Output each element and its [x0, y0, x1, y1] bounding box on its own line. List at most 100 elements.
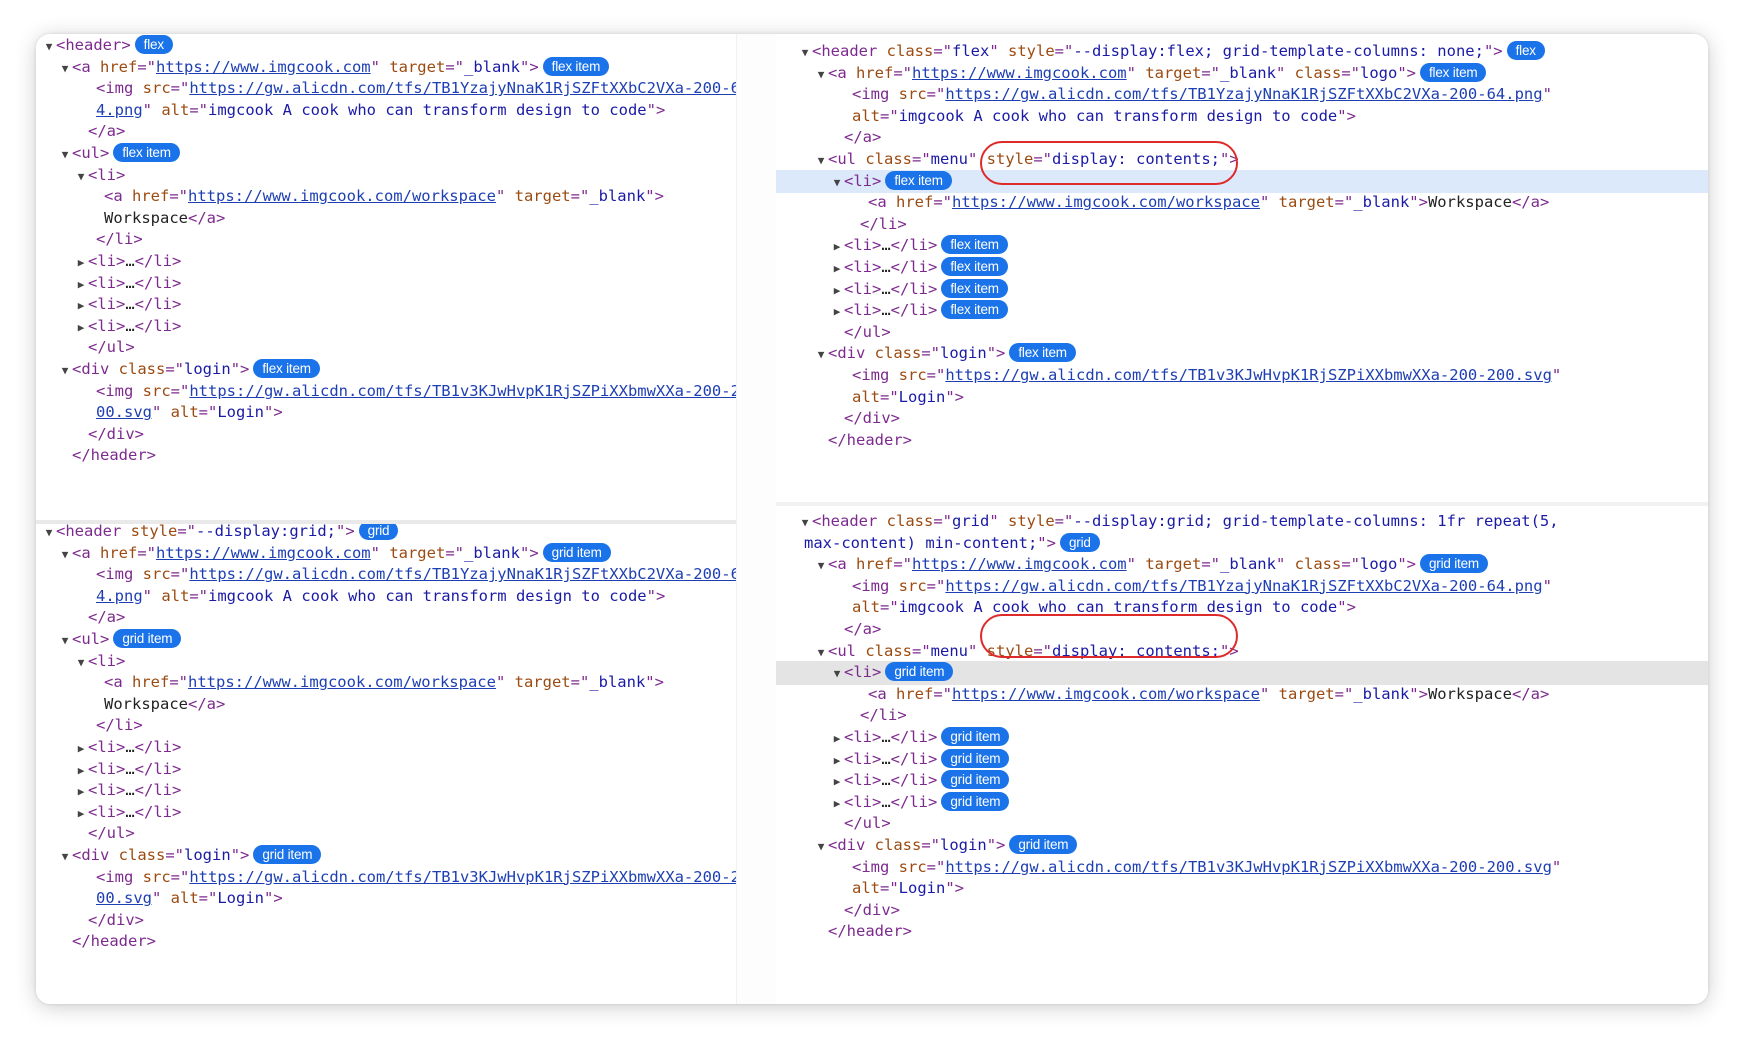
attribute-link[interactable]: https://gw.alicdn.com/tfs/TB1v3KJwHvpK1R… [189, 868, 736, 886]
dom-node-row[interactable]: ▼ <ul class="menu" style="display: conten… [776, 640, 1708, 664]
dom-node-row[interactable]: </a> [776, 126, 1708, 150]
dom-node-row[interactable]: <a href="https://www.imgcook.com/workspa… [776, 683, 1708, 707]
dom-node-row[interactable]: <a href="https://www.imgcook.com/workspa… [36, 671, 736, 695]
attribute-link[interactable]: 4.png [96, 101, 143, 119]
dom-node-row[interactable]: ▶ <li>…</li> flex item [776, 299, 1708, 323]
dom-node-row[interactable]: alt="imgcook A cook who can transform de… [776, 596, 1708, 620]
dom-node-row[interactable]: Workspace</a> [36, 207, 736, 231]
dom-node-row[interactable]: </li> [776, 704, 1708, 728]
dom-node-row[interactable]: <img src="https://gw.alicdn.com/tfs/TB1Y… [776, 83, 1708, 107]
attribute-link[interactable]: https://www.imgcook.com/workspace [188, 673, 496, 691]
attribute-link[interactable]: https://gw.alicdn.com/tfs/TB1YzajyNnaK1R… [189, 565, 736, 583]
dom-node-row[interactable]: 4.png" alt="imgcook A cook who can trans… [36, 99, 736, 123]
dom-node-row[interactable]: ▼ <li> flex item [776, 169, 1708, 194]
dom-node-row[interactable]: 00.svg" alt="Login"> [36, 401, 736, 425]
layout-badge[interactable]: flex item [1420, 62, 1487, 82]
dom-node-row[interactable]: ▼ <li> grid item [776, 661, 1708, 685]
dom-node-row[interactable]: ▶ <li>…</li> flex item [776, 278, 1708, 302]
dom-node-row[interactable]: ▶ <li>…</li> flex item [776, 234, 1708, 258]
layout-badge[interactable]: grid [358, 524, 399, 540]
attribute-link[interactable]: https://www.imgcook.com [156, 58, 371, 76]
attribute-link[interactable]: 00.svg [96, 403, 152, 421]
dom-node-row[interactable]: </ul> [776, 812, 1708, 836]
attribute-link[interactable]: https://www.imgcook.com [912, 555, 1127, 573]
dom-node-row[interactable]: </li> [776, 213, 1708, 237]
layout-badge[interactable]: flex item [1009, 343, 1076, 363]
attribute-link[interactable]: https://www.imgcook.com/workspace [952, 685, 1260, 703]
layout-badge[interactable]: flex item [941, 235, 1008, 255]
dom-node-row[interactable]: ▶ <li>…</li> grid item [776, 769, 1708, 793]
dom-node-row[interactable]: ▼ <a href="https://www.imgcook.com" targe… [36, 542, 736, 566]
layout-badge[interactable]: flex item [253, 359, 320, 378]
dom-node-row[interactable]: ▼ <ul> flex item [36, 142, 736, 166]
layout-badge[interactable]: grid item [1009, 835, 1078, 854]
layout-badge[interactable]: flex [1506, 41, 1545, 60]
layout-badge[interactable]: flex item [885, 170, 952, 190]
attribute-link[interactable]: https://www.imgcook.com [156, 544, 371, 562]
dom-node-row[interactable]: ▶ <li>…</li> [36, 272, 736, 296]
layout-badge[interactable]: grid item [542, 542, 611, 562]
dom-node-row[interactable]: </ul> [776, 321, 1708, 345]
dom-node-row[interactable]: <img src="https://gw.alicdn.com/tfs/TB1Y… [776, 575, 1708, 599]
dom-node-row[interactable]: </li> [36, 714, 736, 738]
dom-node-row[interactable]: alt="Login"> [776, 877, 1708, 901]
layout-badge[interactable]: grid item [113, 629, 182, 648]
dom-node-row[interactable]: </div> [36, 423, 736, 447]
layout-badge[interactable]: grid item [1420, 554, 1488, 574]
attribute-link[interactable]: https://gw.alicdn.com/tfs/TB1v3KJwHvpK1R… [945, 858, 1552, 876]
attribute-link[interactable]: https://gw.alicdn.com/tfs/TB1YzajyNnaK1R… [945, 85, 1542, 103]
layout-badge[interactable]: flex item [941, 257, 1008, 276]
dom-node-row[interactable]: </li> [36, 228, 736, 252]
dom-node-row[interactable]: <img src="https://gw.alicdn.com/tfs/TB1v… [776, 364, 1708, 388]
attribute-link[interactable]: https://www.imgcook.com [912, 64, 1127, 82]
dom-node-row[interactable]: ▼ <header style="--display:grid;"> grid [36, 524, 736, 544]
layout-badge[interactable]: grid [1059, 532, 1100, 552]
dom-node-row[interactable]: ▼ <div class="login"> grid item [776, 834, 1708, 858]
attribute-link[interactable]: 4.png [96, 587, 143, 605]
dom-node-row[interactable]: ▶ <li>…</li> [36, 736, 736, 760]
attribute-link[interactable]: https://gw.alicdn.com/tfs/TB1v3KJwHvpK1R… [189, 382, 736, 400]
dom-node-row[interactable]: ▶ <li>…</li> grid item [776, 726, 1708, 750]
layout-badge[interactable]: flex item [941, 278, 1008, 298]
dom-node-row[interactable]: <a href="https://www.imgcook.com/workspa… [36, 185, 736, 209]
dom-node-row[interactable]: ▼ <li> [36, 650, 736, 674]
layout-badge[interactable]: flex item [941, 300, 1008, 320]
layout-badge[interactable]: flex [134, 35, 173, 54]
dom-node-row[interactable]: </header> [36, 444, 736, 468]
dom-node-row[interactable]: ▼ <li> [36, 164, 736, 188]
attribute-link[interactable]: https://www.imgcook.com/workspace [188, 187, 496, 205]
layout-badge[interactable]: grid item [885, 662, 954, 682]
attribute-link[interactable]: https://gw.alicdn.com/tfs/TB1YzajyNnaK1R… [189, 79, 736, 97]
dom-node-row[interactable]: </a> [36, 120, 736, 144]
dom-node-row[interactable]: <img src="https://gw.alicdn.com/tfs/TB1v… [36, 380, 736, 404]
dom-node-row[interactable]: ▼ <a href="https://www.imgcook.com" targe… [776, 62, 1708, 86]
dom-node-row[interactable]: <a href="https://www.imgcook.com/workspa… [776, 191, 1708, 215]
layout-badge[interactable]: grid item [941, 770, 1010, 790]
dom-node-row[interactable]: <img src="https://gw.alicdn.com/tfs/TB1v… [36, 866, 736, 890]
dom-node-row[interactable]: </header> [776, 429, 1708, 453]
dom-node-row[interactable]: ▼ <header class="flex" style="--display:f… [776, 40, 1708, 64]
dom-node-row[interactable]: </div> [776, 407, 1708, 431]
attribute-link[interactable]: https://www.imgcook.com/workspace [952, 193, 1260, 211]
dom-node-row[interactable]: ▼ <ul> grid item [36, 628, 736, 652]
dom-node-row[interactable]: <img src="https://gw.alicdn.com/tfs/TB1Y… [36, 563, 736, 587]
layout-badge[interactable]: flex item [113, 143, 180, 162]
dom-node-row[interactable]: 00.svg" alt="Login"> [36, 887, 736, 911]
attribute-link[interactable]: 00.svg [96, 889, 152, 907]
dom-node-row[interactable]: ▼ <header> flex [36, 34, 736, 58]
dom-node-row[interactable]: ▶ <li>…</li> grid item [776, 748, 1708, 772]
attribute-link[interactable]: https://gw.alicdn.com/tfs/TB1v3KJwHvpK1R… [945, 366, 1552, 384]
layout-badge[interactable]: grid item [941, 727, 1010, 746]
dom-node-row[interactable]: Workspace</a> [36, 693, 736, 717]
dom-node-row[interactable]: 4.png" alt="imgcook A cook who can trans… [36, 585, 736, 609]
dom-node-row[interactable]: ▼ <header class="grid" style="--display:g… [776, 510, 1708, 534]
dom-node-row[interactable]: </ul> [36, 822, 736, 846]
dom-node-row[interactable]: ▶ <li>…</li> [36, 293, 736, 317]
dom-node-row[interactable]: <img src="https://gw.alicdn.com/tfs/TB1v… [776, 856, 1708, 880]
dom-node-row[interactable]: <img src="https://gw.alicdn.com/tfs/TB1Y… [36, 77, 736, 101]
dom-node-row[interactable]: ▶ <li>…</li> grid item [776, 791, 1708, 815]
dom-node-row[interactable]: </div> [776, 899, 1708, 923]
dom-node-row[interactable]: ▶ <li>…</li> [36, 801, 736, 825]
attribute-link[interactable]: https://gw.alicdn.com/tfs/TB1YzajyNnaK1R… [945, 577, 1542, 595]
dom-node-row[interactable]: max-content) min-content;"> grid [776, 532, 1708, 556]
